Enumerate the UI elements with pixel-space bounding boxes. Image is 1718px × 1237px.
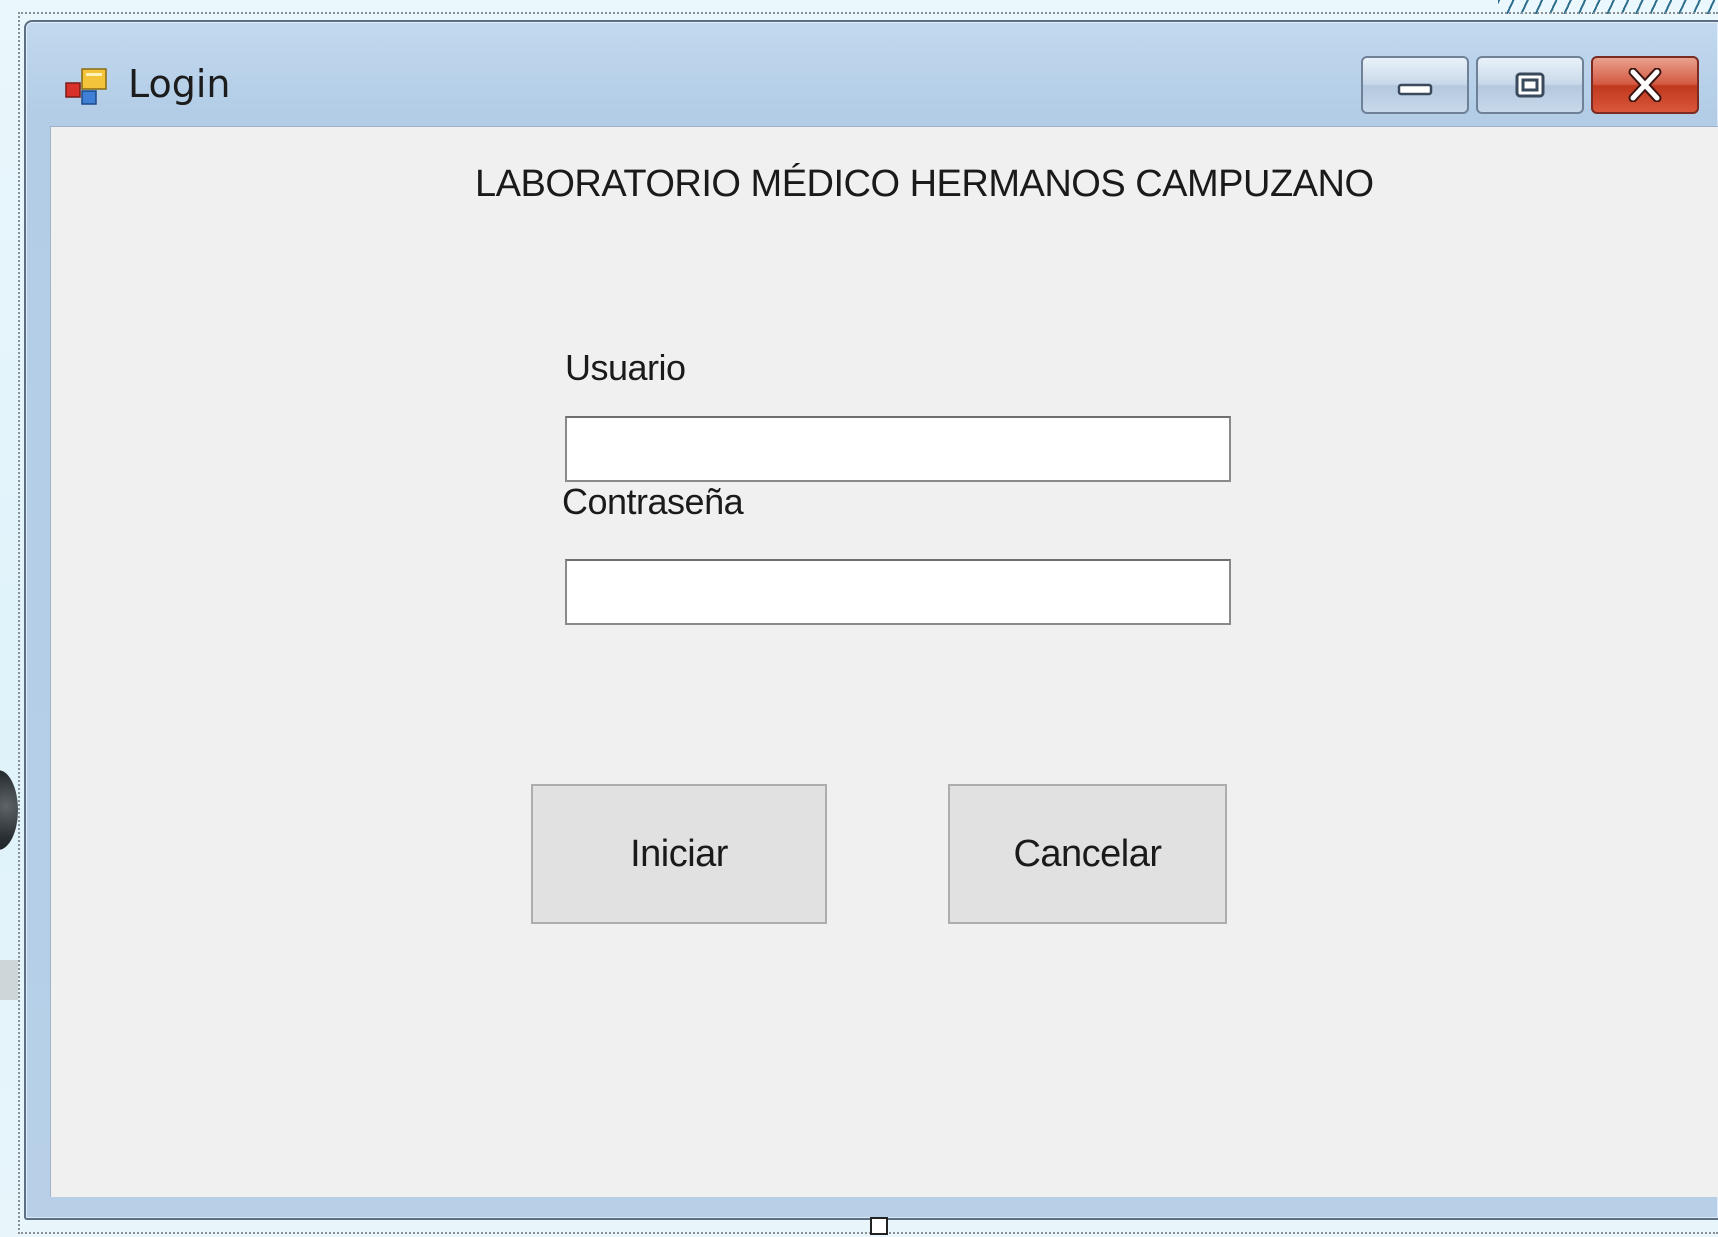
window-title: Login — [128, 62, 231, 106]
form-client-area: LABORATORIO MÉDICO HERMANOS CAMPUZANO Us… — [50, 126, 1718, 1197]
usuario-label: Usuario — [565, 347, 686, 388]
background-decoration-stripes — [1498, 0, 1718, 14]
usuario-input[interactable] — [565, 416, 1231, 482]
login-window: Login LABORATORIO MÉDICO HERMANOS CAMPUZ… — [24, 20, 1718, 1220]
contrasena-input[interactable] — [565, 559, 1231, 625]
close-icon — [1628, 68, 1662, 102]
lab-heading: LABORATORIO MÉDICO HERMANOS CAMPUZANO — [475, 163, 1374, 205]
title-bar[interactable]: Login — [26, 22, 1718, 126]
maximize-button[interactable] — [1476, 56, 1584, 114]
resize-handle[interactable] — [870, 1217, 888, 1235]
minimize-icon — [1397, 83, 1433, 96]
minimize-button[interactable] — [1361, 56, 1469, 114]
close-button[interactable] — [1591, 56, 1699, 114]
windows-forms-app-icon — [65, 68, 107, 105]
maximize-icon — [1515, 72, 1545, 98]
contrasena-label: Contraseña — [562, 481, 744, 522]
iniciar-button[interactable]: Iniciar — [531, 784, 827, 924]
background-decoration-block — [0, 960, 18, 1000]
cancelar-button[interactable]: Cancelar — [948, 784, 1227, 924]
